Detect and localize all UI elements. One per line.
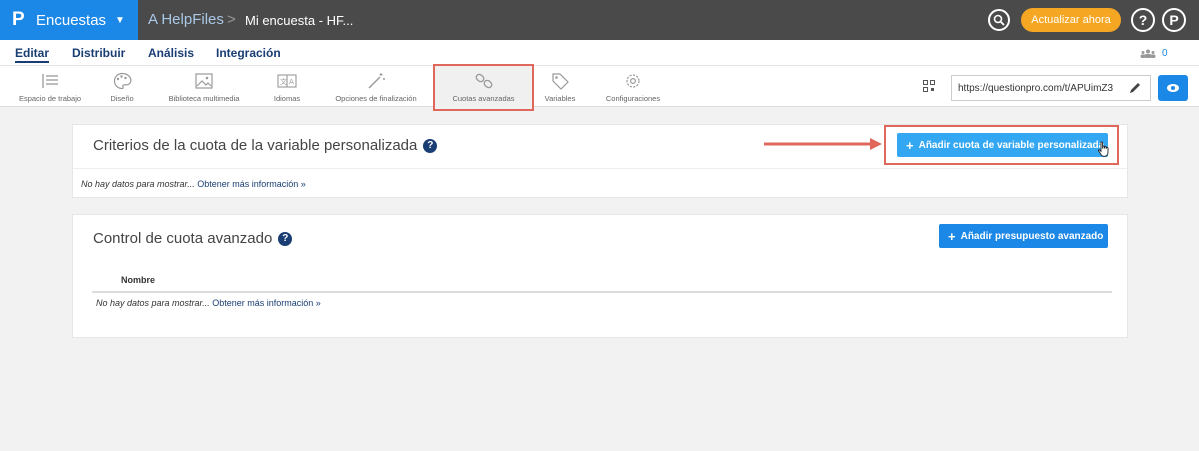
- breadcrumb-separator: >: [227, 11, 236, 28]
- empty-message: No hay datos para mostrar... Obtener más…: [81, 179, 306, 189]
- add-button-highlight: [884, 125, 1119, 165]
- svg-text:A: A: [289, 78, 294, 86]
- users-icon: [1140, 49, 1156, 58]
- divider: [73, 168, 1127, 169]
- top-bar: P Encuestas ▼ A HelpFiles > Mi encuesta …: [0, 0, 1199, 40]
- panel-title: Control de cuota avanzado ?: [93, 230, 293, 247]
- tag-icon: [552, 73, 569, 90]
- column-header-name: Nombre: [92, 273, 1112, 293]
- user-menu-icon[interactable]: P: [1162, 8, 1186, 32]
- more-info-link[interactable]: Obtener más información »: [212, 298, 321, 308]
- empty-message: No hay datos para mostrar... Obtener más…: [96, 298, 321, 308]
- preview-button[interactable]: [1158, 75, 1188, 101]
- nav-editar[interactable]: Editar: [15, 46, 50, 63]
- annotation-arrow-icon: [764, 138, 882, 150]
- search-icon[interactable]: [988, 9, 1010, 31]
- nav-distribuir[interactable]: Distribuir: [72, 46, 125, 60]
- tool-design[interactable]: Diseño: [106, 66, 138, 107]
- tool-settings[interactable]: Configuraciones: [603, 66, 663, 107]
- survey-url-field[interactable]: https://questionpro.com/t/APUimZ3: [951, 75, 1151, 101]
- add-advanced-budget-button[interactable]: + Añadir presupuesto avanzado: [939, 224, 1108, 248]
- upgrade-button[interactable]: Actualizar ahora: [1021, 8, 1121, 32]
- plus-icon: +: [948, 228, 956, 244]
- tool-finish-options[interactable]: Opciones de finalización: [329, 66, 423, 107]
- help-icon[interactable]: ?: [1131, 8, 1155, 32]
- tool-label: Biblioteca multimedia: [168, 94, 240, 103]
- tool-label: Configuraciones: [605, 94, 661, 103]
- advanced-quotas-highlight: [433, 64, 534, 111]
- translate-icon: 文A: [277, 74, 297, 88]
- tool-label: Idiomas: [273, 94, 301, 103]
- tool-media-library[interactable]: Biblioteca multimedia: [161, 66, 247, 107]
- image-icon: [195, 73, 213, 89]
- product-switcher[interactable]: P Encuestas ▼: [0, 0, 138, 40]
- palette-icon: [113, 72, 132, 90]
- nav-integracion[interactable]: Integración: [216, 46, 281, 60]
- product-name: Encuestas: [36, 11, 107, 29]
- tool-label: Diseño: [110, 94, 134, 103]
- caret-down-icon: ▼: [115, 14, 125, 26]
- breadcrumb-folder[interactable]: A HelpFiles: [148, 11, 224, 28]
- workspace-icon: [42, 74, 58, 88]
- panel-title: Criterios de la cuota de la variable per…: [93, 137, 438, 154]
- collaborators[interactable]: 0: [1140, 48, 1168, 59]
- tool-languages[interactable]: 文A Idiomas: [270, 66, 304, 107]
- svg-text:文: 文: [280, 77, 287, 86]
- question-circle-icon[interactable]: ?: [278, 231, 293, 246]
- tool-variables[interactable]: Variables: [541, 66, 579, 107]
- advanced-quota-panel: Control de cuota avanzado ? + Añadir pre…: [72, 214, 1128, 338]
- tool-label: Variables: [544, 94, 576, 103]
- question-circle-icon[interactable]: ?: [423, 138, 438, 153]
- qr-code-icon[interactable]: [923, 80, 935, 92]
- more-info-link[interactable]: Obtener más información »: [197, 179, 306, 189]
- wand-icon: [368, 73, 385, 89]
- gear-icon: [626, 74, 640, 88]
- tool-label: Opciones de finalización: [335, 94, 417, 103]
- pencil-icon[interactable]: [1128, 81, 1142, 95]
- tool-workspace[interactable]: Espacio de trabajo: [12, 66, 88, 107]
- hand-cursor-icon: [1097, 141, 1109, 157]
- collaborators-count: 0: [1162, 48, 1168, 59]
- questionpro-logo: P: [12, 9, 25, 30]
- section-nav: Editar Distribuir Análisis Integración 0: [0, 40, 1199, 66]
- breadcrumb-survey[interactable]: Mi encuesta - HF...: [245, 13, 353, 28]
- survey-url: https://questionpro.com/t/APUimZ3: [958, 82, 1114, 94]
- eye-icon: [1167, 84, 1179, 92]
- tool-label: Espacio de trabajo: [18, 94, 82, 103]
- nav-analisis[interactable]: Análisis: [148, 46, 194, 60]
